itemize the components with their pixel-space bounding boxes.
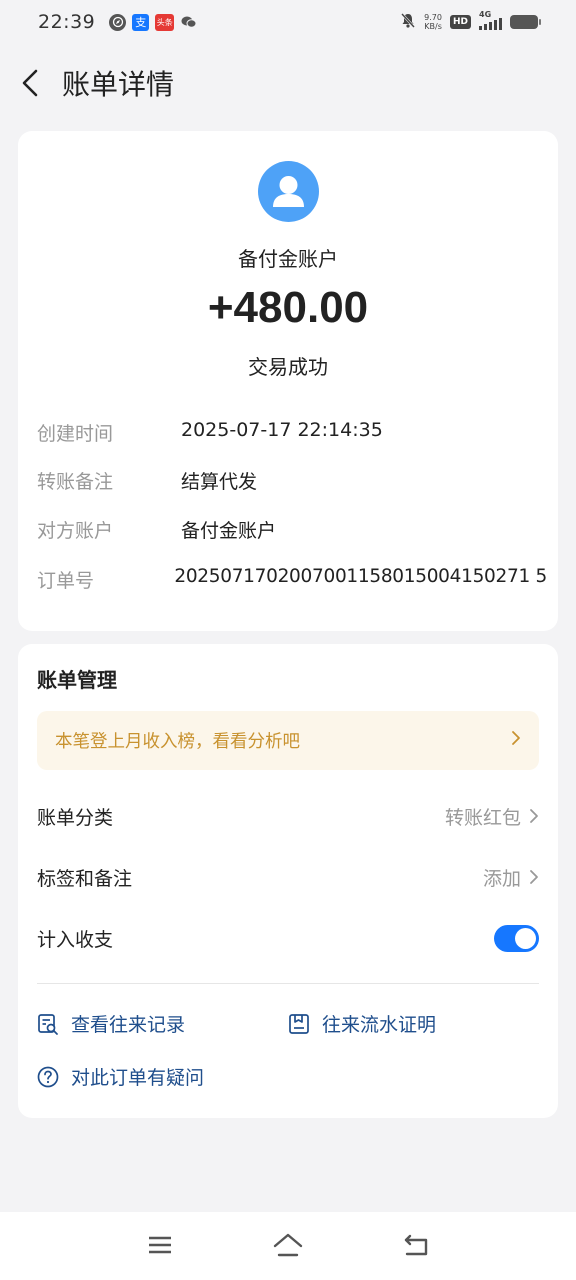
chevron-right-icon <box>530 870 538 884</box>
detail-value: 结算代发 <box>181 471 258 493</box>
home-button[interactable] <box>270 1230 306 1260</box>
bill-category-row[interactable]: 账单分类 转账红包 <box>37 796 539 836</box>
question-circle-icon <box>37 1066 59 1087</box>
divider <box>37 983 539 984</box>
alipay-icon: 支 <box>132 13 150 31</box>
detail-label: 转账备注 <box>37 471 114 493</box>
bill-management-card: 账单管理 本笔登上月收入榜，看看分析吧 账单分类 转账红包 标签和备注 添加 计… <box>18 644 558 1118</box>
view-records-label: 查看往来记录 <box>71 1014 186 1036</box>
page-title: 账单详情 <box>62 68 175 101</box>
status-bar: 22:39 支 头条 9.70 KB/s HD 4G <box>0 0 576 44</box>
order-question-link[interactable]: 对此订单有疑问 <box>37 1063 204 1090</box>
statement-proof-label: 往来流水证明 <box>322 1014 437 1036</box>
home-icon <box>273 1233 303 1257</box>
tags-notes-row[interactable]: 标签和备注 添加 <box>37 857 539 897</box>
detail-label: 创建时间 <box>37 423 114 445</box>
order-number[interactable]: 2025071702007001158015004150271 5 <box>174 566 547 593</box>
back-icon <box>404 1234 428 1256</box>
view-records-link[interactable]: 查看往来记录 <box>37 1010 185 1037</box>
compass-icon <box>109 13 127 31</box>
signal-icon: 4G <box>479 10 502 30</box>
news-icon: 头条 <box>155 13 175 31</box>
bill-category-label: 账单分类 <box>37 806 114 829</box>
detail-label: 对方账户 <box>37 520 114 542</box>
mute-icon <box>400 12 416 33</box>
promo-text: 本笔登上月收入榜，看看分析吧 <box>55 732 300 752</box>
records-search-icon <box>38 1013 58 1035</box>
detail-label: 订单号 <box>37 570 95 592</box>
section-title: 账单管理 <box>37 668 117 692</box>
status-system-icons: 9.70 KB/s HD 4G <box>400 10 541 33</box>
hd-icon: HD <box>449 15 471 29</box>
user-icon <box>273 176 304 207</box>
system-navigation-bar <box>0 1212 576 1280</box>
transaction-amount: +480.00 <box>207 283 369 332</box>
account-name: 备付金账户 <box>238 247 338 271</box>
avatar <box>258 161 319 222</box>
page-header: 账单详情 <box>0 56 576 110</box>
battery-icon <box>510 15 541 29</box>
net-speed-unit: KB/s <box>424 22 442 31</box>
net-speed-value: 9.70 <box>424 13 442 22</box>
detail-value: 备付金账户 <box>181 520 277 542</box>
detail-row-counterparty: 对方账户 备付金账户 <box>37 516 547 543</box>
include-in-budget-label: 计入收支 <box>37 928 114 951</box>
status-time: 22:39 <box>38 11 96 33</box>
tags-notes-label: 标签和备注 <box>37 867 133 890</box>
transaction-status: 交易成功 <box>248 355 328 379</box>
chevron-left-icon <box>22 69 38 97</box>
system-back-button[interactable] <box>398 1230 434 1260</box>
chevron-right-icon <box>530 809 538 823</box>
wechat-icon <box>180 14 197 31</box>
include-in-budget-row: 计入收支 <box>37 918 539 958</box>
detail-row-created-time: 创建时间 2025-07-17 22:14:35 <box>37 419 547 446</box>
order-question-label: 对此订单有疑问 <box>71 1067 205 1089</box>
statement-proof-link[interactable]: 往来流水证明 <box>288 1010 436 1037</box>
menu-icon <box>149 1236 171 1254</box>
chevron-right-icon <box>511 730 521 751</box>
transaction-summary-card: 备付金账户 +480.00 交易成功 创建时间 2025-07-17 22:14… <box>18 131 558 631</box>
document-icon <box>289 1013 309 1034</box>
include-in-budget-toggle[interactable] <box>494 924 539 952</box>
income-ranking-banner[interactable]: 本笔登上月收入榜，看看分析吧 <box>37 711 539 770</box>
status-app-icons: 支 头条 <box>109 13 197 31</box>
menu-button[interactable] <box>142 1230 178 1260</box>
detail-row-order-number: 订单号 2025071702007001158015004150271 5 <box>37 566 547 593</box>
back-button[interactable] <box>0 56 60 110</box>
detail-row-transfer-note: 转账备注 结算代发 <box>37 467 547 494</box>
network-type: 4G <box>479 10 492 19</box>
detail-value: 2025-07-17 22:14:35 <box>181 419 383 441</box>
bill-category-value: 转账红包 <box>444 806 521 829</box>
tags-notes-value: 添加 <box>482 867 521 890</box>
net-speed: 9.70 KB/s <box>424 13 442 31</box>
